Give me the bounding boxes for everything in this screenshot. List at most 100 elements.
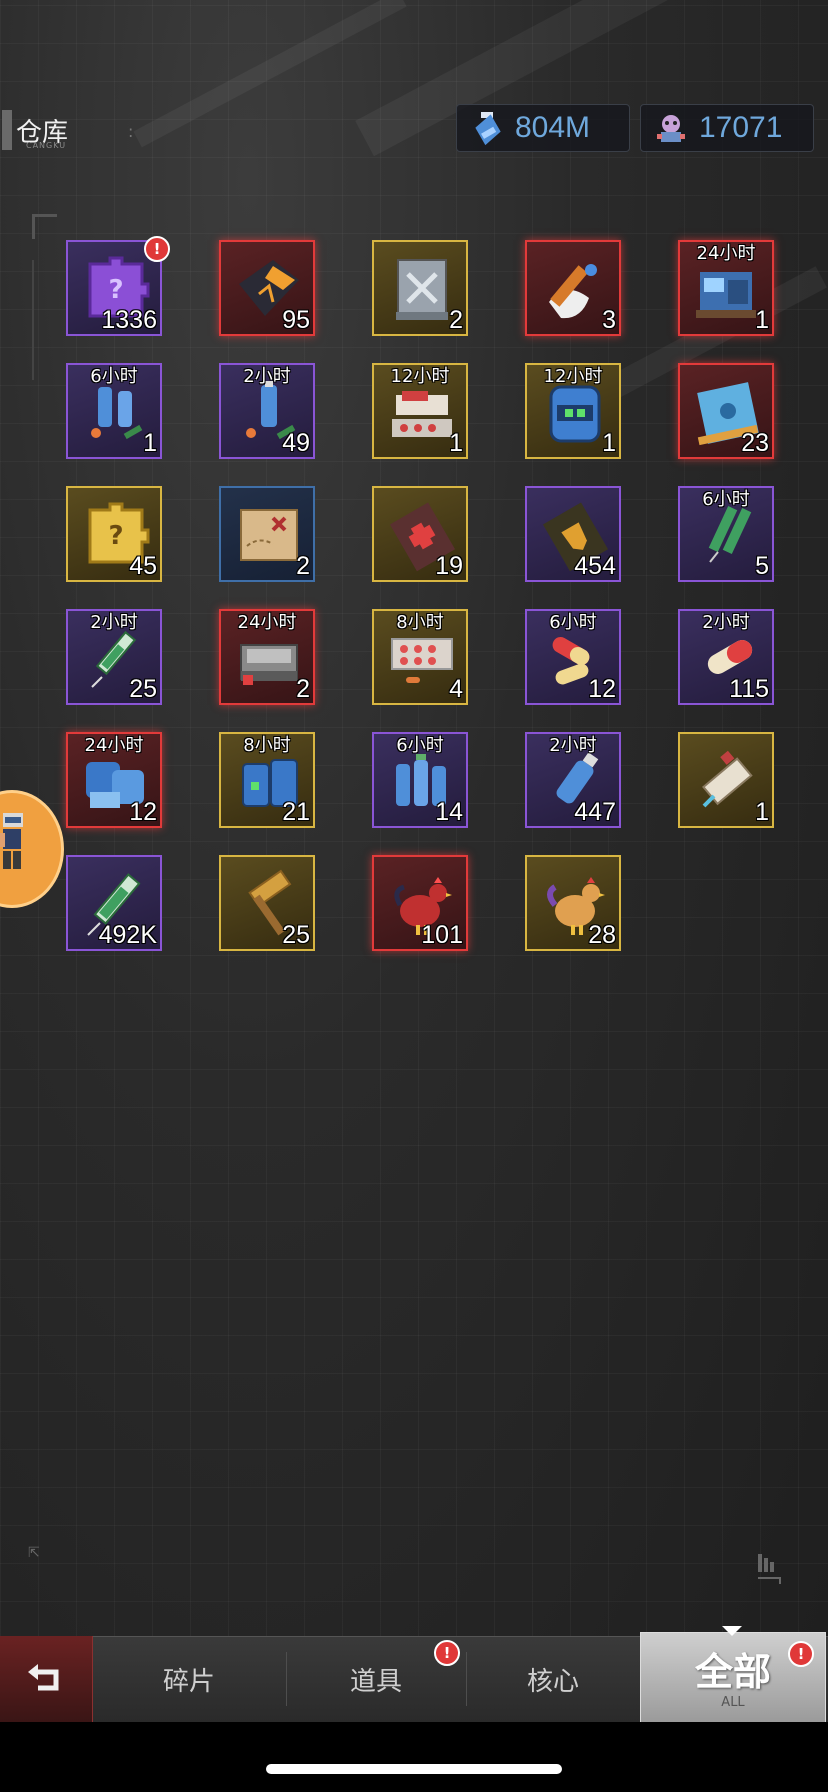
slot-count: 2 xyxy=(296,552,310,580)
active-tab-pointer xyxy=(722,1626,742,1636)
slot-count: 25 xyxy=(129,675,157,703)
slot-count: 2 xyxy=(449,306,463,334)
floating-helper-avatar[interactable] xyxy=(0,790,64,908)
slot-count: 115 xyxy=(729,675,769,703)
slot-count: 1 xyxy=(602,429,616,457)
slot-count: 95 xyxy=(282,306,310,334)
inventory-slot-blue-jars[interactable]: 8小时 21 xyxy=(219,732,315,828)
slot-count: 454 xyxy=(574,552,616,580)
slot-timer: 2小时 xyxy=(243,366,291,387)
inventory-slot-gold-shield-card[interactable]: 454 xyxy=(525,486,621,582)
inventory-slot-green-syringes[interactable]: 6小时 5 xyxy=(678,486,774,582)
slot-timer: 24小时 xyxy=(696,243,756,264)
slot-count: 1 xyxy=(755,798,769,826)
slot-count: 101 xyxy=(421,921,463,949)
slot-timer: 24小时 xyxy=(237,612,297,633)
tab-core-label: 核心 xyxy=(526,1666,579,1697)
inventory-slot-medical-case[interactable]: 24小时 2 xyxy=(219,609,315,705)
inventory-slot-red-capsules[interactable]: 6小时 12 xyxy=(525,609,621,705)
inventory-slot-green-syringe[interactable]: 2小时 25 xyxy=(66,609,162,705)
tab-all-sublabel: ALL xyxy=(721,1695,745,1710)
slot-timer: 8小时 xyxy=(396,612,444,633)
slot-timer: 2小时 xyxy=(90,612,138,633)
slot-count: 45 xyxy=(129,552,157,580)
robot-character-icon xyxy=(657,115,685,142)
inventory-slot-blue-bottles[interactable]: 6小时 14 xyxy=(372,732,468,828)
inventory-slot-blue-bottle[interactable]: 2小时 447 xyxy=(525,732,621,828)
tab-props-label: 道具 xyxy=(349,1666,402,1697)
slot-timer: 6小时 xyxy=(549,612,597,633)
inventory-slot-blue-barrels[interactable]: 24小时 12 xyxy=(66,732,162,828)
slot-count: 1336 xyxy=(101,306,157,334)
inventory-slot-blue-machine-crate[interactable]: 24小时 1 xyxy=(678,240,774,336)
currency-potion-value: 804M xyxy=(515,111,591,144)
inventory-slot-red-cross-card[interactable]: 19 xyxy=(372,486,468,582)
inventory-slot-treasure-map[interactable]: 2 xyxy=(219,486,315,582)
inventory-slot-gold-puzzle-piece[interactable]: ? 45 xyxy=(66,486,162,582)
slot-timer: 2小时 xyxy=(702,612,750,633)
slot-count: 5 xyxy=(755,552,769,580)
tab-fragments-label: 碎片 xyxy=(162,1666,215,1697)
slot-timer: 24小时 xyxy=(84,735,144,756)
slot-timer: 2小时 xyxy=(549,735,597,756)
inventory-slot-medicine-kit[interactable]: 12小时 1 xyxy=(372,363,468,459)
slot-count: 492K xyxy=(98,921,157,949)
inventory-slot-green-syringe-large[interactable]: 492K xyxy=(66,855,162,951)
tab-props-alert-badge: ! xyxy=(434,1640,460,1666)
inventory-slot-red-capsule[interactable]: 2小时 115 xyxy=(678,609,774,705)
inventory-slot-rocket-cloth[interactable]: 3 xyxy=(525,240,621,336)
slot-count: 21 xyxy=(282,798,310,826)
inventory-slot-pill-blister[interactable]: 8小时 4 xyxy=(372,609,468,705)
page-subtitle: CANGKU xyxy=(26,141,67,150)
slot-count: 3 xyxy=(602,306,616,334)
resize-corner-icon: ⇱ xyxy=(28,1545,40,1561)
inventory-slot-rolled-scroll[interactable]: 1 xyxy=(678,732,774,828)
inventory-slot-purple-puzzle-piece[interactable]: ? 1336! xyxy=(66,236,170,336)
robot-helper-icon xyxy=(0,813,23,869)
tab-all-alert-badge: ! xyxy=(788,1641,814,1667)
slot-count: 12 xyxy=(588,675,616,703)
slot-timer: 6小时 xyxy=(396,735,444,756)
inventory-slot-blue-potion-pills[interactable]: 2小时 49 xyxy=(219,363,315,459)
layout-toggle-icon[interactable] xyxy=(754,1548,794,1588)
slot-count: 1 xyxy=(143,429,157,457)
currency-potion[interactable]: 804M xyxy=(456,104,630,152)
inventory-slot-blue-canister[interactable]: 12小时 1 xyxy=(525,363,621,459)
slot-count: 2 xyxy=(296,675,310,703)
inventory-slot-wrench-scroll[interactable]: 2 xyxy=(372,240,468,336)
slot-timer: 6小时 xyxy=(90,366,138,387)
inventory-slot-red-rooster[interactable]: 101 xyxy=(372,855,468,951)
slot-count: 19 xyxy=(435,552,463,580)
return-arrow-icon xyxy=(28,1664,59,1691)
slot-timer: 12小时 xyxy=(543,366,603,387)
slot-count: 1 xyxy=(755,306,769,334)
svg-text:?: ? xyxy=(108,521,123,551)
title-marker xyxy=(2,110,12,150)
system-bottom-area xyxy=(0,1722,828,1792)
title-dots: : xyxy=(128,122,134,141)
currency-robot[interactable]: 17071 xyxy=(640,104,814,152)
slot-timer: 12小时 xyxy=(390,366,450,387)
currency-robot-value: 17071 xyxy=(699,111,783,144)
svg-text:?: ? xyxy=(108,275,123,305)
slot-alert-badge: ! xyxy=(144,236,170,262)
slot-count: 14 xyxy=(435,798,463,826)
inventory-slot-golden-hammer[interactable]: 25 xyxy=(219,855,315,951)
slot-count: 49 xyxy=(282,429,310,457)
slot-count: 23 xyxy=(741,429,769,457)
slot-timer: 8小时 xyxy=(243,735,291,756)
slot-count: 447 xyxy=(574,798,616,826)
tab-fragments[interactable]: 碎片 xyxy=(92,1636,286,1722)
tab-core[interactable]: 核心 xyxy=(467,1636,639,1722)
potion-bottle-icon xyxy=(475,112,501,146)
inventory-slot-orange-hen[interactable]: 28 xyxy=(525,855,621,951)
inventory-slot-blue-scroll-map[interactable]: 23 xyxy=(678,363,774,459)
inventory-slot-blueprint-card[interactable]: 95 xyxy=(219,240,315,336)
back-button[interactable] xyxy=(0,1636,93,1722)
home-indicator[interactable] xyxy=(266,1764,562,1774)
grid-side-line xyxy=(32,260,34,380)
inventory-slot-blue-potions-pills[interactable]: 6小时 1 xyxy=(66,363,162,459)
slot-timer: 6小时 xyxy=(702,489,750,510)
slot-count: 28 xyxy=(588,921,616,949)
slot-count: 1 xyxy=(449,429,463,457)
